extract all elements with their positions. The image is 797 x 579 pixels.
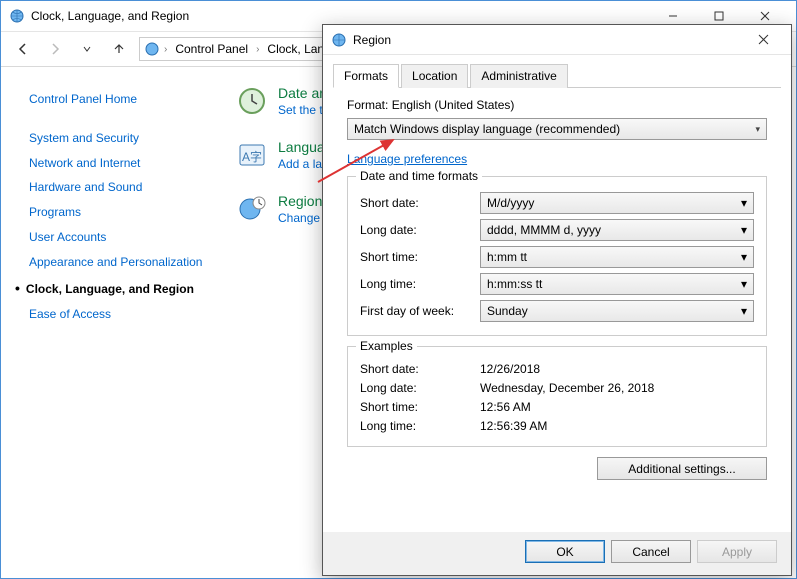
- sidebar-item-user-accounts[interactable]: User Accounts: [29, 227, 206, 248]
- ex-long-date-label: Long date:: [360, 381, 480, 395]
- short-time-label: Short time:: [360, 250, 480, 264]
- control-panel-icon: [9, 8, 25, 24]
- ex-short-time-value: 12:56 AM: [480, 400, 754, 414]
- ex-long-date-value: Wednesday, December 26, 2018: [480, 381, 754, 395]
- tabs: Formats Location Administrative: [333, 63, 781, 88]
- sidebar-item-programs[interactable]: Programs: [29, 202, 206, 223]
- short-date-dropdown[interactable]: M/d/yyyy▾: [480, 192, 754, 214]
- ex-long-time-label: Long time:: [360, 419, 480, 433]
- region-icon: [331, 32, 347, 48]
- forward-button[interactable]: [43, 37, 67, 61]
- date-time-formats-group: Date and time formats Short date:M/d/yyy…: [347, 176, 767, 336]
- additional-settings-button[interactable]: Additional settings...: [597, 457, 767, 480]
- cancel-button[interactable]: Cancel: [611, 540, 691, 563]
- examples-group: Examples Short date:12/26/2018 Long date…: [347, 346, 767, 447]
- breadcrumb-icon: [144, 41, 160, 57]
- short-date-label: Short date:: [360, 196, 480, 210]
- language-icon: A字: [236, 139, 268, 171]
- long-time-label: Long time:: [360, 277, 480, 291]
- sidebar-item-appearance[interactable]: Appearance and Personalization: [29, 252, 206, 273]
- first-day-label: First day of week:: [360, 304, 480, 318]
- format-dropdown[interactable]: Match Windows display language (recommen…: [347, 118, 767, 140]
- tab-formats[interactable]: Formats: [333, 64, 399, 88]
- examples-legend: Examples: [356, 339, 417, 353]
- long-date-label: Long date:: [360, 223, 480, 237]
- clock-icon: [236, 85, 268, 117]
- chevron-down-icon: ▾: [741, 223, 747, 237]
- region-title: Region: [353, 33, 391, 47]
- chevron-right-icon: ›: [164, 44, 167, 55]
- tab-location[interactable]: Location: [401, 64, 468, 88]
- chevron-down-icon: ▾: [741, 277, 747, 291]
- ex-short-date-label: Short date:: [360, 362, 480, 376]
- back-button[interactable]: [11, 37, 35, 61]
- format-value: English (United States): [392, 98, 515, 112]
- chevron-down-icon: ▾: [741, 250, 747, 264]
- breadcrumb-root[interactable]: Control Panel: [171, 40, 252, 58]
- recent-locations-button[interactable]: [75, 37, 99, 61]
- chevron-down-icon: ▾: [741, 304, 747, 318]
- ex-long-time-value: 12:56:39 AM: [480, 419, 754, 433]
- tab-administrative[interactable]: Administrative: [470, 64, 567, 88]
- long-time-dropdown[interactable]: h:mm:ss tt▾: [480, 273, 754, 295]
- ok-button[interactable]: OK: [525, 540, 605, 563]
- sidebar-item-ease-of-access[interactable]: Ease of Access: [29, 304, 206, 325]
- sidebar-item-network[interactable]: Network and Internet: [29, 153, 206, 174]
- chevron-down-icon: ▾: [741, 196, 747, 210]
- cp-title: Clock, Language, and Region: [31, 9, 189, 23]
- region-dialog: Region Formats Location Administrative F…: [322, 24, 792, 576]
- region-icon: [236, 193, 268, 225]
- up-button[interactable]: [107, 37, 131, 61]
- long-date-dropdown[interactable]: dddd, MMMM d, yyyy▾: [480, 219, 754, 241]
- sidebar-item-hardware[interactable]: Hardware and Sound: [29, 177, 206, 198]
- format-dropdown-value: Match Windows display language (recommen…: [354, 122, 620, 136]
- sidebar-home[interactable]: Control Panel Home: [29, 89, 206, 110]
- short-time-dropdown[interactable]: h:mm tt▾: [480, 246, 754, 268]
- ex-short-date-value: 12/26/2018: [480, 362, 754, 376]
- svg-text:A字: A字: [242, 149, 262, 164]
- sidebar-item-clock-language-region[interactable]: Clock, Language, and Region: [29, 277, 206, 301]
- dtf-legend: Date and time formats: [356, 169, 482, 183]
- chevron-down-icon: ▾: [755, 124, 760, 135]
- region-titlebar: Region: [323, 25, 791, 55]
- ex-short-time-label: Short time:: [360, 400, 480, 414]
- sidebar-item-system[interactable]: System and Security: [29, 128, 206, 149]
- language-preferences-link[interactable]: Language preferences: [347, 152, 467, 166]
- close-button[interactable]: [743, 25, 783, 55]
- first-day-dropdown[interactable]: Sunday▾: [480, 300, 754, 322]
- cp-sidebar: Control Panel Home System and Security N…: [1, 67, 216, 578]
- apply-button[interactable]: Apply: [697, 540, 777, 563]
- chevron-right-icon: ›: [256, 44, 259, 55]
- format-label: Format:: [347, 98, 388, 112]
- tab-content-formats: Format: English (United States) Match Wi…: [333, 88, 781, 532]
- dialog-button-row: OK Cancel Apply: [323, 532, 791, 575]
